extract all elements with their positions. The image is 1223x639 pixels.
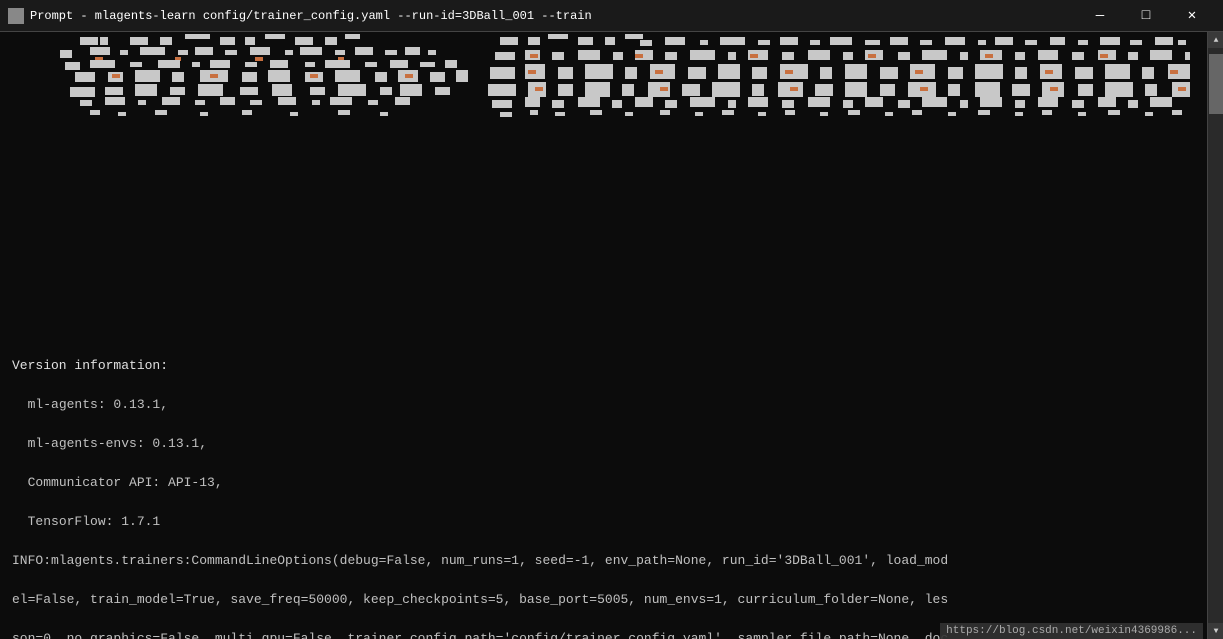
close-button[interactable]: ✕ xyxy=(1169,0,1215,32)
info-commandline-1: INFO:mlagents.trainers:CommandLineOption… xyxy=(12,553,948,568)
window-controls: — □ ✕ xyxy=(1077,0,1215,32)
maximize-button[interactable]: □ xyxy=(1123,0,1169,32)
terminal-output: Version information: ml-agents: 0.13.1, … xyxy=(0,332,1223,639)
ascii-art-logo xyxy=(0,32,1190,332)
scrollbar-up-button[interactable]: ▲ xyxy=(1208,32,1223,48)
url-bar: https://blog.csdn.net/weixin4369986... xyxy=(940,623,1203,639)
scrollbar[interactable]: ▲ ▼ xyxy=(1207,32,1223,639)
communicator-api: Communicator API: API-13, xyxy=(12,475,223,490)
info-commandline-2: el=False, train_model=True, save_freq=50… xyxy=(12,592,948,607)
app-icon: ▣ xyxy=(8,8,24,24)
version-header: Version information: xyxy=(12,358,168,373)
ml-agents-envs-version: ml-agents-envs: 0.13.1, xyxy=(12,436,207,451)
ml-agents-version: ml-agents: 0.13.1, xyxy=(12,397,168,412)
scrollbar-thumb[interactable] xyxy=(1209,54,1223,114)
tensorflow-version: TensorFlow: 1.7.1 xyxy=(12,514,160,529)
scrollbar-down-button[interactable]: ▼ xyxy=(1208,623,1223,639)
minimize-button[interactable]: — xyxy=(1077,0,1123,32)
title-bar: ▣ Prompt - mlagents-learn config/trainer… xyxy=(0,0,1223,32)
terminal-window: Version information: ml-agents: 0.13.1, … xyxy=(0,32,1223,639)
window-title: Prompt - mlagents-learn config/trainer_c… xyxy=(30,9,1077,23)
info-commandline-3: son=0, no_graphics=False, multi_gpu=Fals… xyxy=(12,631,948,639)
